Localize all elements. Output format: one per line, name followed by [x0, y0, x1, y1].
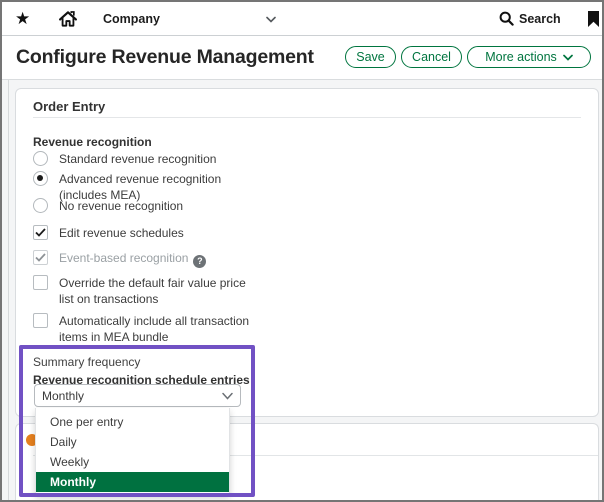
dropdown-option-weekly[interactable]: Weekly — [36, 452, 229, 472]
top-nav-bar: ★ Company Search — [2, 2, 602, 36]
bookmark-icon[interactable] — [587, 10, 600, 28]
dropdown-option-daily[interactable]: Daily — [36, 432, 229, 452]
checkbox-auto-include-mea-bundle[interactable]: Automatically include all transactionite… — [33, 313, 249, 345]
order-entry-section-title: Order Entry — [33, 99, 105, 114]
checkbox-checked-disabled-icon — [33, 250, 48, 265]
home-icon[interactable] — [58, 9, 78, 29]
app-window: ★ Company Search — [0, 0, 604, 502]
radio-selected-icon — [33, 171, 48, 186]
help-icon[interactable]: ? — [193, 255, 206, 268]
radio-icon — [33, 198, 48, 213]
cancel-button[interactable]: Cancel — [401, 46, 462, 68]
dropdown-option-monthly-selected[interactable]: Monthly — [36, 472, 229, 492]
section-divider — [33, 117, 581, 118]
search-control[interactable]: Search — [499, 11, 561, 26]
company-menu[interactable]: Company — [103, 12, 160, 26]
content-left-edge — [8, 80, 9, 500]
more-actions-chevron-down-icon — [563, 54, 573, 61]
page-header: Configure Revenue Management Save Cancel… — [2, 37, 602, 79]
radio-icon — [33, 151, 48, 166]
schedule-entries-select-value: Monthly — [35, 389, 84, 403]
checkbox-checked-icon — [33, 225, 48, 240]
checkbox-event-based-recognition: Event-based recognition? — [33, 250, 206, 268]
favorites-star-icon[interactable]: ★ — [15, 10, 30, 27]
checkbox-override-fair-value-price-list[interactable]: Override the default fair value pricelis… — [33, 275, 246, 307]
revenue-recognition-label: Revenue recognition — [33, 135, 152, 149]
radio-no-revenue-recognition[interactable]: No revenue recognition — [33, 198, 183, 214]
schedule-entries-dropdown: One per entry Daily Weekly Monthly — [35, 408, 230, 495]
page-title: Configure Revenue Management — [16, 46, 314, 69]
checkbox-unchecked-icon — [33, 275, 48, 290]
search-label: Search — [519, 12, 561, 26]
select-chevron-down-icon — [222, 392, 233, 400]
more-actions-button[interactable]: More actions — [467, 46, 591, 68]
save-button[interactable]: Save — [345, 46, 396, 68]
dropdown-option-one-per-entry[interactable]: One per entry — [36, 412, 229, 432]
checkbox-edit-revenue-schedules[interactable]: Edit revenue schedules — [33, 225, 184, 241]
company-menu-label: Company — [103, 12, 160, 26]
order-entry-card: Order Entry Revenue recognition Standard… — [15, 88, 599, 417]
company-chevron-down-icon[interactable] — [266, 16, 276, 23]
checkbox-unchecked-icon — [33, 313, 48, 328]
schedule-entries-select[interactable]: Monthly — [34, 384, 241, 407]
search-icon — [499, 11, 514, 26]
summary-frequency-label: Summary frequency — [33, 355, 140, 369]
radio-standard-revenue-recognition[interactable]: Standard revenue recognition — [33, 151, 216, 167]
